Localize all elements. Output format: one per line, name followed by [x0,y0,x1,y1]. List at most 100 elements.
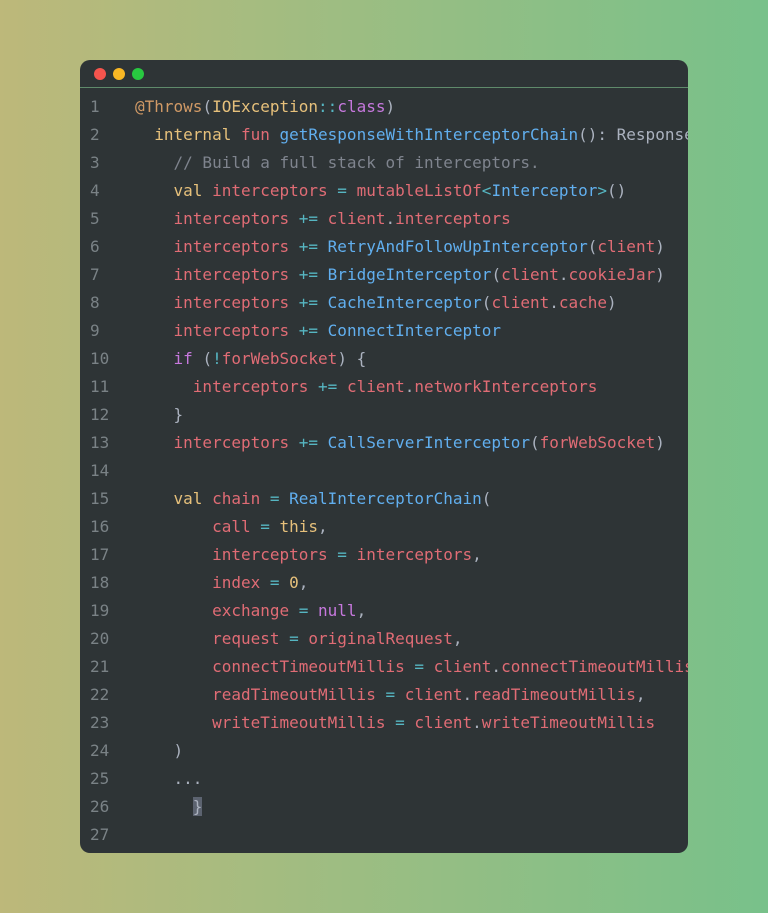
line-number: 25 [90,769,110,788]
code-token: 0 [289,573,299,592]
code-token: . [462,685,473,704]
code-line: 5 interceptors += client.interceptors [80,205,688,233]
code-line: 24 ) [80,737,688,765]
code-token: :: [318,97,338,116]
code-line: 10 if (!forWebSocket) { [80,345,688,373]
code-line: 6 interceptors += RetryAndFollowUpInterc… [80,233,688,261]
line-number: 6 [90,237,100,256]
code-token: ) [655,237,665,256]
code-line: 17 interceptors = interceptors, [80,541,688,569]
line-number: 11 [90,377,110,396]
code-text: @Throws(IOException::class) [135,93,395,121]
code-line: 25 ... [80,765,688,793]
code-token: interceptors [356,545,473,564]
code-line: 14 [80,457,688,485]
line-number: 26 [90,797,110,816]
code-line: 20 request = originalRequest, [80,625,688,653]
code-token: forWebSocket [221,349,338,368]
code-text: ) [135,737,184,765]
code-text: ... [135,765,203,793]
code-token: val [173,489,213,508]
code-text: interceptors += CallServerInterceptor(fo… [135,429,665,457]
code-token: interceptors [173,237,299,256]
code-token: class [337,97,386,116]
code-token: ) [655,433,665,452]
code-token: = [337,545,357,564]
code-token: client [491,293,550,312]
code-window: 1 @Throws(IOException::class) 2 internal f… [80,60,688,853]
code-token: ) [607,293,617,312]
line-number: 19 [90,601,110,620]
code-editor[interactable]: 1 @Throws(IOException::class) 2 internal f… [80,93,688,849]
code-token: null [318,601,357,620]
code-token: ( [202,349,213,368]
code-token: += [298,321,328,340]
code-line: 15 val chain = RealInterceptorChain( [80,485,688,513]
code-token: . [385,209,396,228]
code-token: , [318,517,328,536]
code-text: request = originalRequest, [135,625,462,653]
code-token: , [356,601,367,620]
code-token: = [385,685,405,704]
code-token: fun [240,125,280,144]
code-token: exchange [212,601,299,620]
code-token: += [298,433,328,452]
code-token: Interceptor [491,181,598,200]
code-token: ( [529,433,540,452]
line-number: 17 [90,545,110,564]
line-number: 9 [90,321,100,340]
line-number: 14 [90,461,110,480]
code-token: += [298,209,328,228]
code-token: ConnectInterceptor [327,321,502,340]
code-token: interceptors [173,293,299,312]
line-number: 5 [90,209,100,228]
code-line: 27 [80,821,688,849]
code-token: . [472,713,482,732]
code-token: } [173,405,184,424]
code-token: interceptors [192,377,319,396]
text-cursor: } [192,797,203,816]
code-line: 16 call = this, [80,513,688,541]
code-token: @Throws [135,97,203,116]
code-token: connectTimeoutMillis [501,657,688,676]
code-token: client [501,265,559,284]
code-token: readTimeoutMillis [472,685,636,704]
code-token: ) [173,741,184,760]
close-button[interactable] [94,68,106,80]
code-token: ) [655,265,665,284]
code-token: writeTimeoutMillis [481,713,656,732]
minimize-button[interactable] [113,68,125,80]
code-token: interceptors [173,433,299,452]
code-token: CallServerInterceptor [327,433,530,452]
code-token: cache [558,293,608,312]
code-token: client [346,377,405,396]
code-token: val [173,181,213,200]
code-line: 9 interceptors += ConnectInterceptor [80,317,688,345]
code-text: call = this, [135,513,328,541]
code-line: 23 writeTimeoutMillis = client.writeTime… [80,709,688,737]
code-text: interceptors = interceptors, [135,541,482,569]
code-token: originalRequest [308,629,453,648]
code-token: . [491,657,502,676]
code-text: interceptors += CacheInterceptor(client.… [135,289,617,317]
code-token: = [337,181,357,200]
window-titlebar [80,60,688,88]
line-number: 13 [90,433,110,452]
code-token: // Build a full stack of interceptors. [173,153,540,172]
code-text: connectTimeoutMillis = client.connectTim… [135,653,688,681]
maximize-button[interactable] [132,68,144,80]
code-token: request [212,629,290,648]
